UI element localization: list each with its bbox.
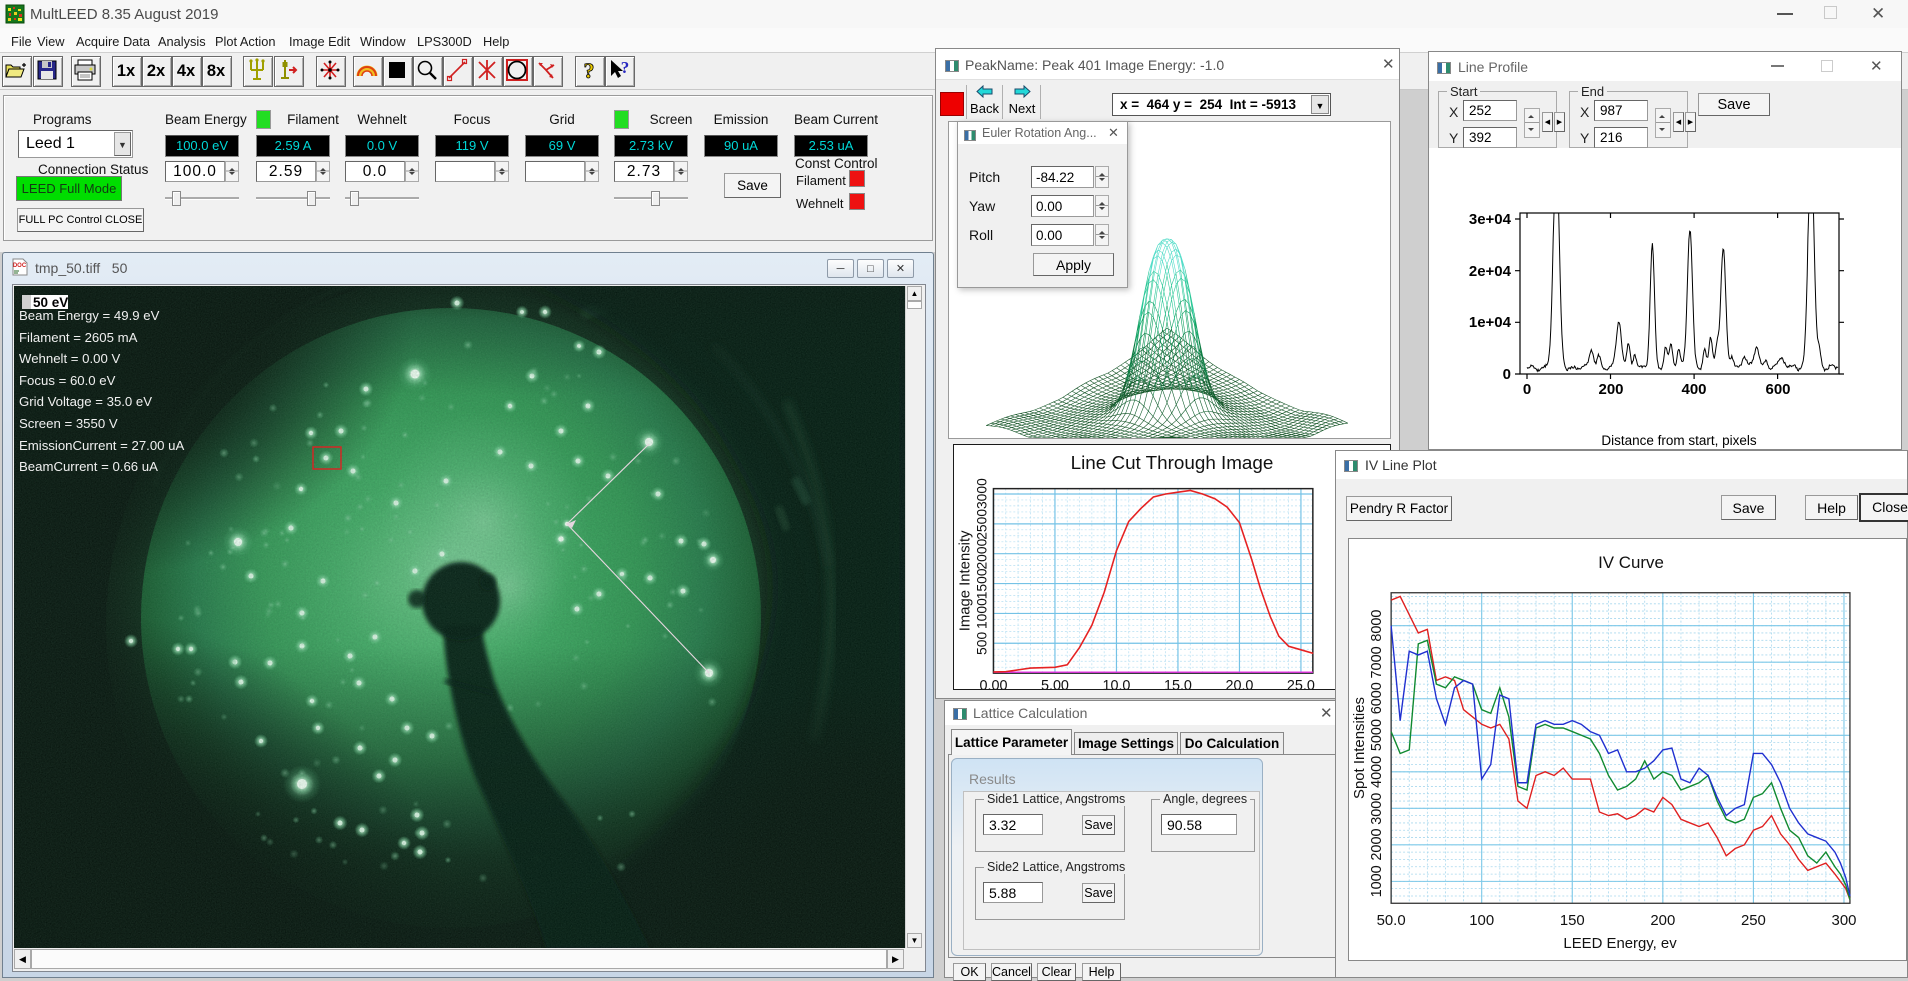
svg-text:150: 150 — [1560, 912, 1585, 929]
svg-text:8000: 8000 — [1369, 610, 1385, 642]
svg-text:20.0: 20.0 — [1225, 678, 1253, 690]
svg-text:10.0: 10.0 — [1102, 678, 1130, 690]
svg-text:3e+04: 3e+04 — [1469, 211, 1512, 228]
svg-text:200: 200 — [1650, 912, 1675, 929]
svg-text:3000: 3000 — [1369, 793, 1385, 825]
svg-text:0: 0 — [1503, 366, 1511, 383]
svg-text:1x: 1x — [117, 62, 136, 80]
svg-text:EmissionCurrent = 27.00 uA: EmissionCurrent = 27.00 uA — [19, 438, 184, 453]
svg-text:BeamCurrent = 0.66 uA: BeamCurrent = 0.66 uA — [19, 459, 158, 474]
svg-text:250: 250 — [1741, 912, 1766, 929]
svg-text:1500: 1500 — [974, 568, 990, 599]
svg-text:1e+04: 1e+04 — [1469, 314, 1512, 331]
svg-text:Distance from start, pixels: Distance from start, pixels — [1601, 433, 1757, 448]
svg-text:Image Intensity: Image Intensity — [958, 530, 974, 631]
svg-text:4000: 4000 — [1369, 756, 1385, 788]
svg-text:400: 400 — [1681, 381, 1706, 398]
svg-text:IV Curve: IV Curve — [1598, 553, 1664, 572]
svg-text:5.00: 5.00 — [1041, 678, 1069, 690]
svg-text:Focus = 60.0 eV: Focus = 60.0 eV — [19, 373, 116, 388]
svg-text:Filament = 2605 mA: Filament = 2605 mA — [19, 330, 138, 345]
svg-text:2000: 2000 — [1369, 829, 1385, 861]
svg-text:Spot Intensities: Spot Intensities — [1351, 697, 1368, 799]
svg-text:200: 200 — [1598, 381, 1623, 398]
svg-text:15.0: 15.0 — [1164, 678, 1192, 690]
svg-text:3000: 3000 — [974, 478, 990, 509]
svg-text:1000: 1000 — [1369, 865, 1385, 897]
svg-text:2500: 2500 — [974, 509, 990, 540]
svg-text:0.00: 0.00 — [979, 678, 1007, 690]
svg-text:?: ? — [584, 58, 595, 83]
svg-text:5000: 5000 — [1369, 719, 1385, 751]
svg-text:1000: 1000 — [974, 598, 990, 629]
svg-text:2000: 2000 — [974, 538, 990, 569]
svg-text:0: 0 — [1523, 381, 1531, 398]
svg-text:500: 500 — [974, 632, 990, 655]
svg-text:8x: 8x — [207, 62, 226, 80]
svg-text:25.0: 25.0 — [1287, 678, 1315, 690]
svg-text:Grid Voltage = 35.0 eV: Grid Voltage = 35.0 eV — [19, 394, 152, 409]
svg-text:?: ? — [621, 58, 630, 77]
svg-text:2e+04: 2e+04 — [1469, 263, 1512, 280]
svg-text:DOC: DOC — [13, 263, 27, 269]
svg-text:4x: 4x — [177, 62, 196, 80]
svg-text:50.0: 50.0 — [1377, 912, 1406, 929]
svg-text:6000: 6000 — [1369, 682, 1385, 714]
svg-text:LEED Energy, ev: LEED Energy, ev — [1563, 935, 1677, 952]
svg-text:Wehnelt = 0.00 V: Wehnelt = 0.00 V — [19, 351, 120, 366]
svg-text:50 eV: 50 eV — [33, 295, 68, 310]
svg-text:100: 100 — [1469, 912, 1494, 929]
svg-text:7000: 7000 — [1369, 646, 1385, 678]
svg-text:300: 300 — [1832, 912, 1857, 929]
svg-text:Screen = 3550 V: Screen = 3550 V — [19, 416, 118, 431]
svg-text:600: 600 — [1765, 381, 1790, 398]
svg-text:Line Cut Through Image: Line Cut Through Image — [1071, 452, 1274, 473]
svg-text:2x: 2x — [147, 62, 166, 80]
svg-text:Beam Energy = 49.9 eV: Beam Energy = 49.9 eV — [19, 308, 160, 323]
